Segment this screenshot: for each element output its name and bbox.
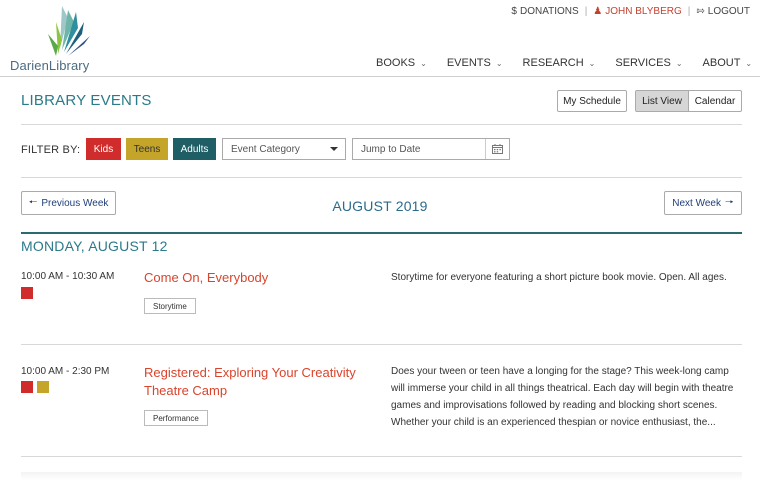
chevron-down-icon: ⌄: [588, 58, 596, 68]
nav-item-label: ABOUT: [702, 57, 741, 69]
arrow-right-icon: 🠖: [724, 196, 734, 208]
logout-link[interactable]: ⇰ LOGOUT: [696, 6, 750, 17]
nav-item-research[interactable]: RESEARCH ⌄: [513, 50, 606, 76]
event-time: 10:00 AM - 2:30 PM: [21, 366, 110, 377]
donations-label: DONATIONS: [519, 6, 579, 17]
main-nav: BOOKS ⌄ EVENTS ⌄ RESEARCH ⌄ SERVICES ⌄ A…: [366, 50, 752, 76]
page-title: LIBRARY EVENTS: [21, 92, 152, 109]
library-logo[interactable]: DarienLibrary: [10, 4, 90, 73]
nav-item-events[interactable]: EVENTS ⌄: [437, 50, 513, 76]
filter-teens-button[interactable]: Teens: [126, 138, 168, 160]
filter-label: FILTER BY:: [21, 144, 81, 156]
nav-item-books[interactable]: BOOKS ⌄: [366, 50, 437, 76]
chevron-down-icon: ⌄: [745, 58, 753, 68]
dollar-icon: $: [511, 6, 517, 17]
chevron-down-icon: ⌄: [495, 58, 503, 68]
logout-label: LOGOUT: [707, 6, 750, 17]
day-heading: MONDAY, AUGUST 12: [21, 238, 168, 254]
calendar-icon: [492, 144, 503, 154]
header-divider: [0, 76, 760, 77]
event-category-placeholder: Event Category: [231, 143, 300, 155]
event-divider: [21, 456, 742, 457]
filter-adults-button[interactable]: Adults: [173, 138, 216, 160]
utility-bar: $ DONATIONS | ♟ JOHN BLYBERG | ⇰ LOGOUT: [511, 6, 750, 17]
nav-item-label: SERVICES: [615, 57, 671, 69]
view-toggle: List View Calendar: [635, 90, 742, 112]
chevron-down-icon: ⌄: [420, 58, 427, 68]
user-icon: ♟: [593, 6, 603, 17]
my-schedule-button[interactable]: My Schedule: [557, 90, 627, 112]
event-category-select[interactable]: Event Category: [222, 138, 346, 160]
nav-item-label: RESEARCH: [522, 57, 584, 69]
kids-audience-marker: [21, 287, 33, 299]
next-week-button[interactable]: Next Week 🠖: [664, 191, 742, 215]
kids-audience-marker: [21, 381, 33, 393]
next-week-label: Next Week: [672, 197, 721, 209]
event-title-link[interactable]: Come On, Everybody: [144, 269, 268, 287]
caret-down-icon: [330, 147, 338, 151]
nav-item-label: BOOKS: [376, 57, 416, 69]
event-title-line: Theatre Camp: [144, 383, 228, 398]
teens-audience-marker: [37, 381, 49, 393]
calendar-button[interactable]: [485, 139, 509, 159]
event-description: Does your tween or teen have a longing f…: [391, 366, 734, 428]
logo-wordmark: DarienLibrary: [10, 58, 90, 73]
nav-item-label: EVENTS: [446, 57, 491, 69]
filter-kids-button[interactable]: Kids: [86, 138, 121, 160]
event-description: Storytime for everyone featuring a short…: [391, 272, 727, 283]
event-category-tag[interactable]: Performance: [144, 410, 208, 426]
logout-icon: ⇰: [696, 6, 705, 17]
user-name: JOHN BLYBERG: [605, 6, 682, 17]
event-category-tag[interactable]: Storytime: [144, 298, 196, 314]
event-time: 10:00 AM - 10:30 AM: [21, 271, 115, 282]
donations-link[interactable]: $ DONATIONS: [511, 6, 578, 17]
calendar-view-button[interactable]: Calendar: [689, 90, 742, 112]
jump-to-date-input[interactable]: Jump to Date: [352, 138, 510, 160]
separator: |: [687, 6, 691, 17]
month-heading: AUGUST 2019: [332, 198, 428, 214]
section-divider: [21, 177, 742, 178]
nav-item-about[interactable]: ABOUT ⌄: [693, 50, 760, 76]
chevron-down-icon: ⌄: [675, 58, 683, 68]
leaf-logo-icon: [48, 6, 90, 56]
separator: |: [584, 6, 588, 17]
user-account-link[interactable]: ♟ JOHN BLYBERG: [593, 6, 681, 17]
nav-item-services[interactable]: SERVICES ⌄: [605, 50, 692, 76]
next-event-partial: [21, 472, 742, 480]
event-title-link[interactable]: Registered: Exploring Your Creativity Th…: [144, 364, 356, 400]
event-divider: [21, 344, 742, 345]
event-title-line: Registered: Exploring Your Creativity: [144, 365, 356, 380]
section-divider: [21, 124, 742, 125]
jump-to-date-placeholder: Jump to Date: [361, 143, 421, 155]
list-view-button[interactable]: List View: [635, 90, 689, 112]
week-divider: [21, 232, 742, 234]
